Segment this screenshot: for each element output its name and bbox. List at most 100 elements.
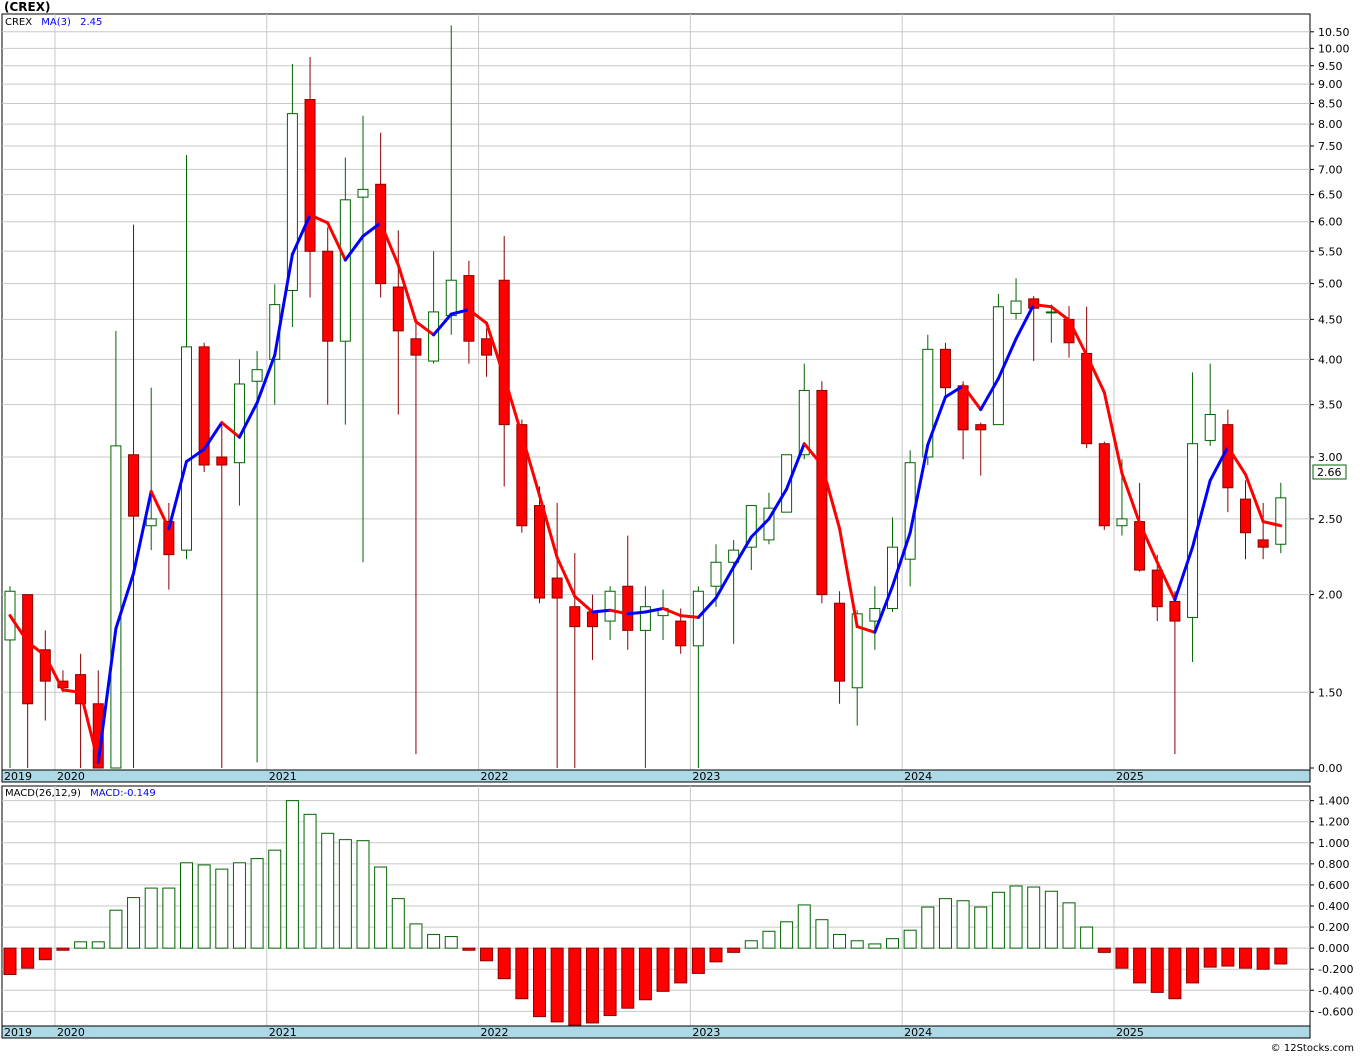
date-label: 2020 [57, 770, 85, 783]
legend-ma-label: MA(3) [41, 17, 71, 28]
macd-tick-label: 0.000 [1318, 942, 1350, 955]
macd-bar-negative [674, 947, 688, 984]
candle-up [1116, 518, 1128, 527]
ma-segment [590, 608, 612, 614]
macd-bar-positive [762, 930, 776, 949]
macd-bar-negative [656, 947, 670, 992]
candle-down [75, 674, 87, 705]
macd-bar-negative [515, 947, 529, 1000]
macd-bar-positive [974, 906, 988, 949]
macd-bar-positive [886, 938, 899, 949]
macd-bar-negative [585, 947, 599, 1024]
macd-bar-positive [956, 900, 970, 949]
macd-bar-positive [833, 933, 847, 949]
macd-tick-label: 1.400 [1318, 795, 1350, 808]
candle-up [1275, 497, 1287, 545]
macd-legend-label: MACD(26,12,9) [5, 788, 81, 799]
price-tick-label: 4.50 [1318, 313, 1343, 326]
candle-up [1204, 414, 1216, 441]
candle-up [445, 279, 457, 317]
macd-bar-negative [1203, 947, 1217, 968]
macd-tick-label: 1.000 [1318, 837, 1350, 850]
macd-bar-positive [744, 940, 758, 949]
legend-symbol: CREX [5, 17, 32, 28]
candle-down [834, 602, 846, 682]
price-tick-label: 3.00 [1318, 451, 1343, 464]
stock-chart: (CREX) 10.50 10.00 9.50 9.00 8.50 8.00 7.50 7.0… [0, 0, 1360, 1056]
macd-tick-label: 1.200 [1318, 816, 1350, 829]
candle-down [1257, 539, 1269, 548]
macd-bar-negative [1239, 947, 1252, 969]
price-tick-label: 1.50 [1318, 686, 1343, 699]
macd-bar-negative [462, 947, 476, 951]
price-date-strip [1, 769, 1311, 783]
candle-down [410, 338, 422, 356]
macd-bar-negative [1256, 947, 1270, 970]
date-label: 2022 [481, 770, 509, 783]
macd-bar-negative [550, 947, 564, 1023]
candle-down [392, 286, 404, 332]
macd-bar-positive [356, 840, 370, 949]
candle-down [1081, 352, 1093, 445]
macd-bar-negative [1115, 947, 1129, 969]
date-label: 2023 [692, 1026, 720, 1039]
ma-segment [626, 610, 647, 616]
macd-bar-positive [127, 897, 141, 949]
macd-tick-label: 0.800 [1318, 858, 1350, 871]
macd-tick-label: -0.400 [1318, 984, 1353, 997]
price-tick-label: 9.00 [1318, 78, 1343, 91]
candle-down [498, 279, 510, 426]
macd-bar-positive [1080, 926, 1094, 949]
candle-up [110, 445, 122, 769]
macd-bar-negative [1097, 947, 1111, 953]
date-label: 2022 [481, 1026, 509, 1039]
candle-down [675, 620, 687, 647]
candle-down [481, 338, 493, 356]
macd-tick-label: -0.200 [1318, 963, 1353, 976]
candle-down [216, 456, 228, 466]
macd-bar-negative [480, 947, 494, 962]
candle-down [322, 250, 334, 342]
candle-down [128, 454, 140, 517]
macd-bar-positive [780, 921, 794, 949]
macd-bar-negative [1168, 947, 1182, 1000]
macd-bar-positive [991, 891, 1005, 949]
date-label: 2025 [1116, 770, 1144, 783]
macd-bar-negative [1133, 947, 1147, 984]
price-tick-label: 10.50 [1318, 26, 1350, 39]
candle-up [145, 518, 157, 527]
macd-bar-positive [321, 832, 335, 949]
macd-bar-positive [921, 906, 935, 949]
macd-bar-negative [621, 947, 635, 1009]
macd-bar-positive [232, 862, 246, 949]
macd-bar-positive [903, 929, 917, 949]
price-tick-label: 8.00 [1318, 118, 1343, 131]
price-tick-label: 2.50 [1318, 513, 1343, 526]
candle-down [22, 594, 34, 705]
price-tick-label: 9.50 [1318, 60, 1343, 73]
macd-bar-negative [56, 947, 70, 951]
date-label: 2021 [269, 770, 297, 783]
price-tick-label: 2.00 [1318, 589, 1343, 602]
macd-bar-negative [497, 947, 511, 980]
macd-bar-positive [285, 800, 299, 949]
price-legend: CREX MA(3) 2.45 [5, 17, 102, 28]
macd-bar-positive [180, 862, 193, 949]
macd-bar-positive [162, 887, 176, 949]
candle-down [939, 348, 951, 389]
macd-bar-positive [1044, 890, 1058, 949]
macd-bar-positive [1062, 902, 1076, 949]
candle-up [710, 561, 722, 587]
macd-tick-label: 0.200 [1318, 921, 1350, 934]
macd-bar-negative [691, 947, 705, 974]
candle-up [428, 311, 440, 362]
macd-bar-positive [338, 839, 352, 949]
candle-down [975, 424, 987, 431]
candle-down [569, 606, 581, 628]
candle-up [604, 590, 616, 622]
macd-bar-positive [427, 933, 441, 949]
price-tick-label: 8.50 [1318, 98, 1343, 111]
candle-up [1045, 311, 1057, 314]
macd-bar-positive [1009, 885, 1023, 949]
candle-up [251, 369, 263, 382]
